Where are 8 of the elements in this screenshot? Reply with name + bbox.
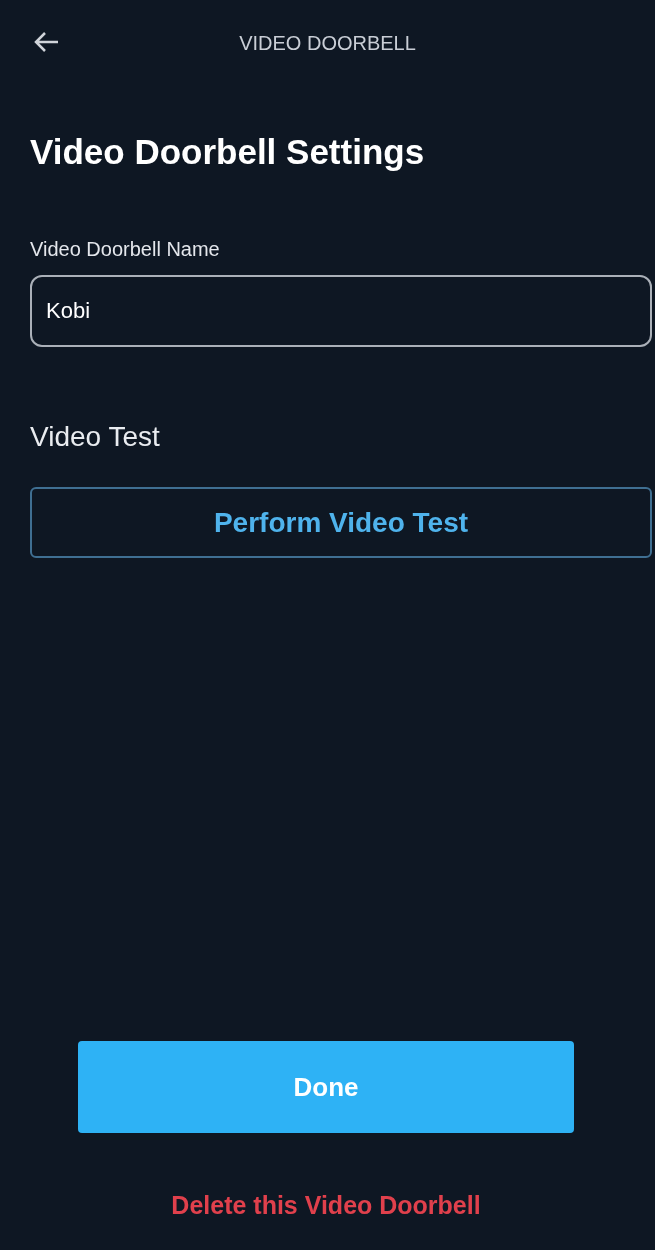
field-label: Video Doorbell Name	[30, 238, 221, 261]
section-title: Video Test	[30, 421, 161, 453]
name-input-field[interactable]: Kobi	[30, 275, 652, 347]
delete-link[interactable]: Delete this Video Doorbell	[171, 1191, 481, 1220]
page-heading: Video Doorbell Settings	[30, 132, 426, 172]
back-arrow-icon[interactable]	[32, 30, 60, 54]
screen-title: VIDEO DOORBELL	[239, 31, 416, 55]
video-test-button[interactable]: Perform Video Test	[30, 487, 652, 558]
